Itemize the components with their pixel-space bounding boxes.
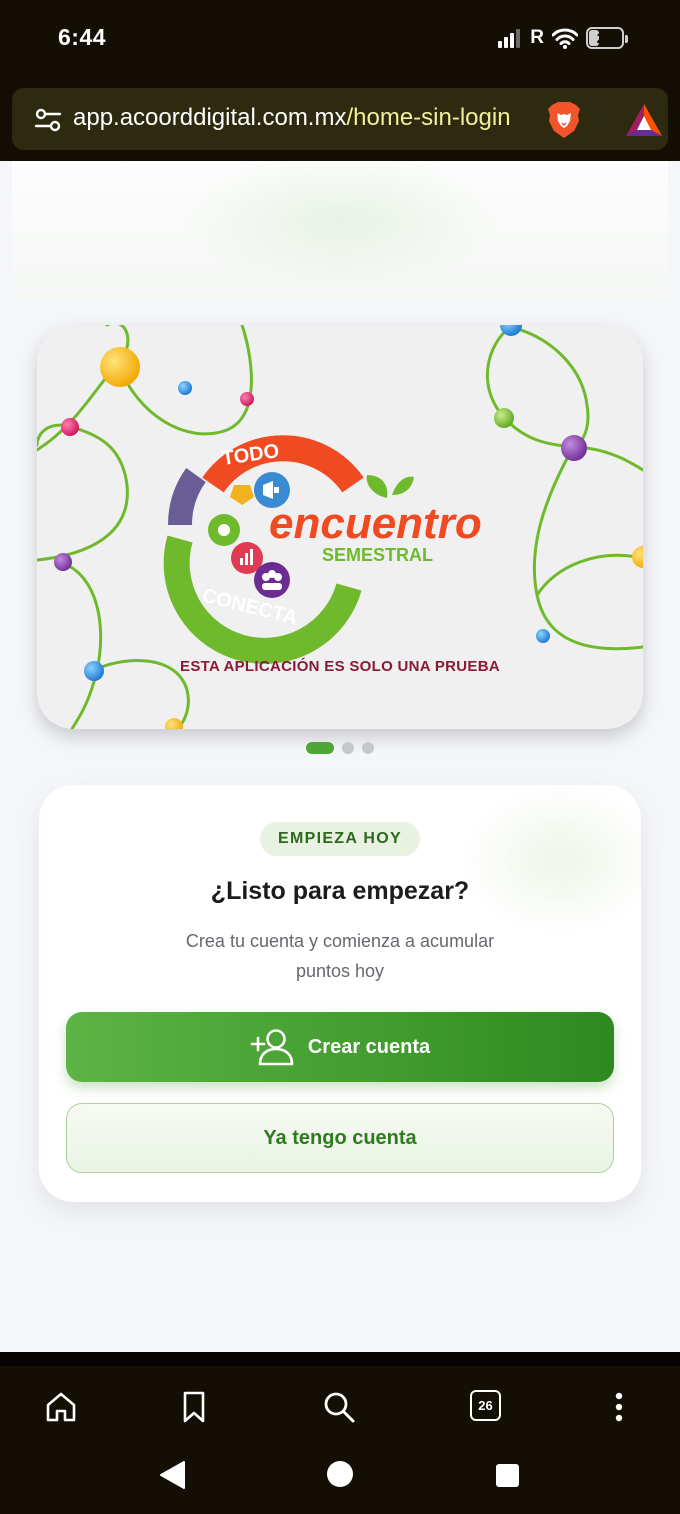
login-button[interactable]: Ya tengo cuenta bbox=[66, 1103, 614, 1173]
signal-icon bbox=[498, 28, 521, 48]
start-badge: EMPIEZA HOY bbox=[260, 822, 420, 856]
battery-icon: 28 bbox=[586, 27, 628, 49]
web-content[interactable]: TODO CONECTA encuentro SEMESTRAL ESTA AP… bbox=[0, 161, 680, 1352]
card-glow bbox=[461, 785, 641, 935]
search-icon[interactable] bbox=[322, 1390, 356, 1424]
status-icons: R 28 bbox=[498, 26, 628, 50]
carousel-dot[interactable] bbox=[362, 742, 374, 754]
carousel-dot[interactable] bbox=[342, 742, 354, 754]
address-bar[interactable]: app.acoorddigital.com.mx/home-sin-login bbox=[12, 88, 668, 150]
url-path: /home-sin-login bbox=[346, 104, 511, 131]
logo-top-arc-text: TODO bbox=[221, 440, 281, 470]
brave-lion-icon[interactable] bbox=[546, 101, 582, 139]
promo-banner[interactable]: TODO CONECTA encuentro SEMESTRAL ESTA AP… bbox=[37, 325, 643, 729]
logo-subword: SEMESTRAL bbox=[322, 545, 433, 565]
recents-icon[interactable] bbox=[496, 1464, 519, 1487]
more-vert-icon[interactable] bbox=[602, 1390, 636, 1424]
card-title: ¿Listo para empezar? bbox=[210, 877, 470, 905]
tune-icon[interactable] bbox=[34, 106, 62, 134]
banner-disclaimer: ESTA APLICACIÓN ES SOLO UNA PRUEBA bbox=[180, 658, 500, 675]
status-time: 6:44 bbox=[58, 24, 107, 50]
tabs-icon[interactable]: 26 bbox=[470, 1390, 501, 1421]
battery-level: 28 bbox=[596, 29, 614, 47]
create-account-button[interactable]: Crear cuenta bbox=[66, 1012, 614, 1082]
card-subtitle: Crea tu cuenta y comienza a acumular pun… bbox=[185, 931, 495, 981]
url-text[interactable]: app.acoorddigital.com.mx/home-sin-login bbox=[73, 104, 511, 132]
signup-card: EMPIEZA HOY ¿Listo para empezar? Crea tu… bbox=[39, 785, 641, 1202]
create-account-label: Crear cuenta bbox=[307, 1035, 431, 1058]
carousel-dot-active[interactable] bbox=[306, 742, 334, 754]
bat-triangle-icon[interactable] bbox=[624, 102, 664, 138]
back-icon[interactable] bbox=[158, 1460, 186, 1490]
roaming-indicator: R bbox=[530, 27, 544, 48]
logo-wordmark: encuentro bbox=[269, 499, 482, 548]
add-user-icon bbox=[250, 1029, 294, 1066]
system-nav-bar bbox=[0, 1442, 680, 1514]
carousel-dots[interactable] bbox=[0, 742, 680, 754]
url-domain: app.acoorddigital.com.mx bbox=[73, 104, 347, 131]
status-bar: 6:44 R 28 bbox=[0, 0, 680, 80]
bookmark-icon[interactable] bbox=[177, 1390, 211, 1424]
wifi-icon bbox=[552, 28, 578, 49]
home-nav-icon[interactable] bbox=[327, 1461, 353, 1487]
browser-toolbar: 26 bbox=[0, 1352, 680, 1442]
home-icon[interactable] bbox=[44, 1390, 78, 1424]
